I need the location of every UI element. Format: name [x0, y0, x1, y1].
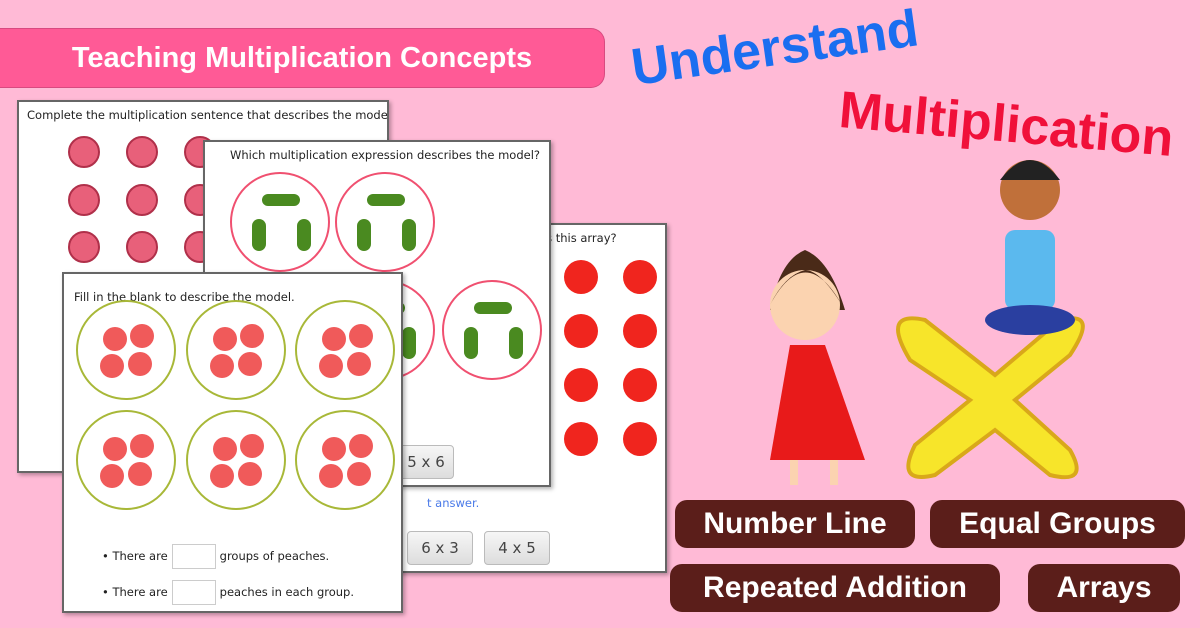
candy-group-circle — [230, 172, 330, 272]
meat-image — [68, 136, 100, 168]
groups-input[interactable] — [171, 544, 216, 569]
apple-image — [623, 422, 657, 456]
peach-group-circle — [76, 300, 176, 400]
topic-repeated-addition: Repeated Addition — [670, 564, 1000, 612]
candy-image — [252, 219, 266, 251]
hint-text: t answer. — [427, 496, 480, 510]
candy-image — [402, 219, 416, 251]
candy-image — [262, 194, 300, 206]
question-text: Complete the multiplication sentence tha… — [27, 108, 389, 122]
question-text: Fill in the blank to describe the model. — [74, 290, 295, 304]
topic-equal-groups: Equal Groups — [930, 500, 1185, 548]
apple-image — [564, 422, 598, 456]
meat-image — [126, 136, 158, 168]
each-group-sentence: • There are peaches in each group. — [102, 580, 354, 605]
meat-image — [68, 184, 100, 216]
peach-image — [128, 352, 152, 376]
peach-group-circle — [186, 410, 286, 510]
apple-image — [623, 314, 657, 348]
peach-group-circle — [295, 410, 395, 510]
peach-image — [322, 327, 346, 351]
candy-image — [464, 327, 478, 359]
apple-image — [564, 314, 598, 348]
meat-image — [126, 184, 158, 216]
candy-image — [357, 219, 371, 251]
peach-image — [130, 434, 154, 458]
each-group-input[interactable] — [171, 580, 216, 605]
peach-image — [103, 437, 127, 461]
apple-image — [623, 368, 657, 402]
peach-group-circle — [295, 300, 395, 400]
text: groups of peaches. — [219, 549, 330, 563]
text: There are — [112, 585, 168, 599]
text: peaches in each group. — [219, 585, 354, 599]
peach-image — [322, 437, 346, 461]
peach-image — [100, 464, 124, 488]
peach-image — [349, 434, 373, 458]
candy-group-circle — [442, 280, 542, 380]
meat-image — [68, 231, 100, 263]
text: There are — [112, 549, 168, 563]
peach-image — [240, 434, 264, 458]
candy-image — [474, 302, 512, 314]
option-6x3-button[interactable]: 6 x 3 — [407, 531, 473, 565]
candy-image — [509, 327, 523, 359]
kids-with-multiply-sign-illustration — [770, 160, 1085, 485]
topic-number-line: Number Line — [675, 500, 915, 548]
peach-image — [100, 354, 124, 378]
apple-image — [564, 368, 598, 402]
question-text: Which multiplication expression describe… — [230, 148, 541, 162]
option-5x6-button[interactable]: 5 x 6 — [398, 445, 454, 479]
peach-model-card: Fill in the blank to describe the model.… — [62, 272, 403, 613]
peach-image — [240, 324, 264, 348]
candy-image — [297, 219, 311, 251]
peach-image — [103, 327, 127, 351]
multiply-sign-icon — [896, 316, 1085, 480]
candy-group-circle — [335, 172, 435, 272]
meat-image — [126, 231, 158, 263]
peach-group-circle — [76, 410, 176, 510]
topic-arrays: Arrays — [1028, 564, 1180, 612]
option-4x5-button[interactable]: 4 x 5 — [484, 531, 550, 565]
peach-image — [347, 462, 371, 486]
peach-image — [319, 354, 343, 378]
peach-image — [130, 324, 154, 348]
candy-image — [402, 327, 416, 359]
peach-group-circle — [186, 300, 286, 400]
peach-image — [128, 462, 152, 486]
peach-image — [347, 352, 371, 376]
peach-image — [213, 437, 237, 461]
peach-image — [319, 464, 343, 488]
candy-image — [367, 194, 405, 206]
peach-image — [210, 464, 234, 488]
peach-image — [349, 324, 373, 348]
peach-image — [238, 352, 262, 376]
peach-image — [210, 354, 234, 378]
apple-image — [623, 260, 657, 294]
peach-image — [238, 462, 262, 486]
groups-sentence: • There are groups of peaches. — [102, 544, 329, 569]
apple-image — [564, 260, 598, 294]
title-banner: Teaching Multiplication Concepts — [0, 28, 605, 88]
peach-image — [213, 327, 237, 351]
